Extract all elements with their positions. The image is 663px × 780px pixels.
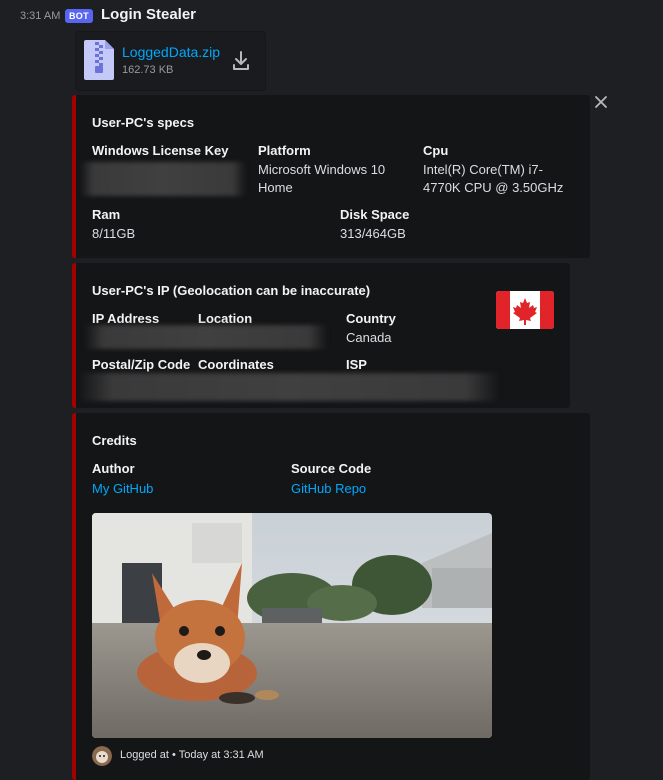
field-name-ram: Ram	[92, 207, 121, 222]
footer-time: Today at 3:31 AM	[178, 749, 264, 761]
file-name-link[interactable]: LoggedData.zip	[122, 44, 220, 60]
close-icon[interactable]	[594, 95, 608, 109]
bot-badge: BOT	[65, 9, 93, 23]
field-value-country: Canada	[346, 330, 392, 345]
field-value-cpu: Intel(R) Core(TM) i7-4770K CPU @ 3.50GHz	[423, 162, 564, 195]
field-name-coordinates: Coordinates	[198, 357, 274, 372]
credits-embed: Credits Author My GitHub Source Code Git…	[72, 413, 590, 780]
ip-embed: User-PC's IP (Geolocation can be inaccur…	[72, 263, 570, 408]
field-value-platform: Microsoft Windows 10 Home	[258, 162, 386, 195]
footer-separator: •	[172, 749, 176, 761]
fox-gif-image[interactable]	[92, 513, 492, 738]
field-name-source-code: Source Code	[291, 461, 372, 476]
message-timestamp: 3:31 AM	[20, 10, 61, 22]
file-attachment: LoggedData.zip 162.73 KB	[75, 31, 266, 91]
footer-text: Logged at • Today at 3:31 AM	[120, 749, 264, 761]
field-name-location: Location	[198, 311, 253, 326]
field-name-platform: Platform	[258, 143, 311, 158]
canada-flag-icon	[496, 291, 554, 329]
field-name-cpu: Cpu	[423, 143, 449, 158]
footer-avatar	[92, 746, 112, 766]
footer-prefix: Logged at	[120, 749, 169, 761]
redacted-postal-coordinates-isp	[78, 373, 500, 401]
file-size: 162.73 KB	[122, 64, 174, 76]
field-name-postal-code: Postal/Zip Code	[92, 357, 191, 372]
author-github-link[interactable]: My GitHub	[92, 481, 153, 496]
download-icon[interactable]	[232, 51, 250, 71]
field-name-disk-space: Disk Space	[340, 207, 410, 222]
field-name-isp: ISP	[346, 357, 367, 372]
field-name-country: Country	[346, 311, 396, 326]
author-name[interactable]: Login Stealer	[101, 6, 196, 23]
embed-title: User-PC's IP (Geolocation can be inaccur…	[92, 283, 371, 298]
source-code-repo-link[interactable]: GitHub Repo	[291, 481, 366, 496]
redacted-ip-location	[84, 325, 328, 349]
redacted-license-key	[80, 162, 246, 196]
embed-title: Credits	[92, 433, 137, 448]
message-header: 3:31 AM BOT Login Stealer	[0, 6, 663, 26]
embed-title: User-PC's specs	[92, 115, 195, 130]
field-value-disk-space: 313/464GB	[340, 226, 406, 241]
field-name-license-key: Windows License Key	[92, 143, 229, 158]
field-value-ram: 8/11GB	[92, 226, 136, 241]
zip-file-icon	[84, 40, 114, 80]
field-name-ip-address: IP Address	[92, 311, 160, 326]
field-name-author: Author	[92, 461, 135, 476]
specs-embed: User-PC's specs Windows License Key Plat…	[72, 95, 590, 258]
